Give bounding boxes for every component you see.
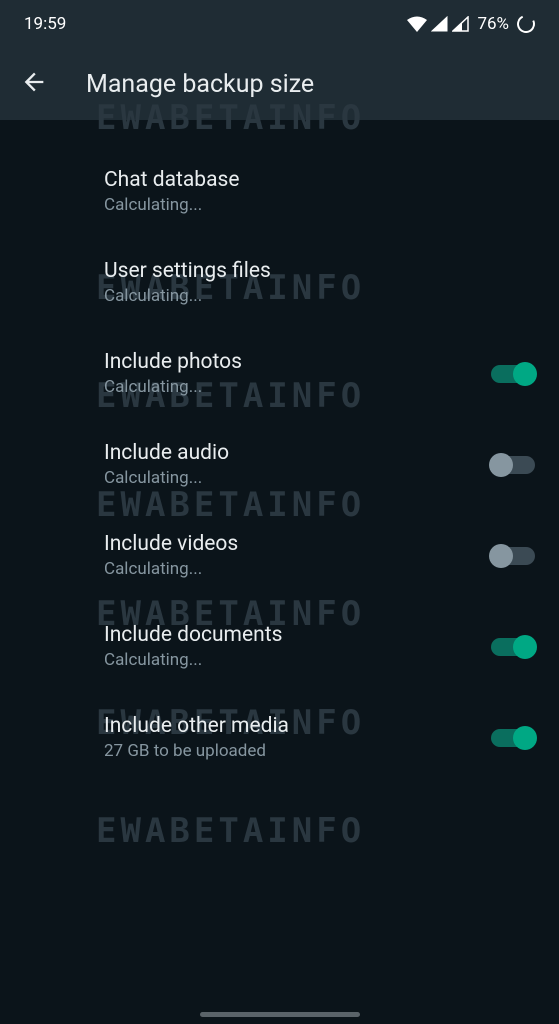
wifi-icon (407, 16, 427, 32)
toggle-include-documents[interactable] (491, 638, 535, 656)
app-bar: Manage backup size (0, 48, 559, 120)
setting-user-settings-files[interactable]: User settings files Calculating... (0, 237, 559, 328)
setting-title: Chat database (104, 168, 240, 192)
loading-icon (514, 12, 537, 35)
status-time: 19:59 (24, 14, 66, 34)
toggle-include-audio[interactable] (491, 456, 535, 474)
toggle-include-other-media[interactable] (491, 729, 535, 747)
setting-subtitle: Calculating... (104, 559, 238, 579)
page-title: Manage backup size (86, 70, 314, 99)
toggle-include-photos[interactable] (491, 365, 535, 383)
battery-percent: 76% (477, 14, 509, 34)
setting-include-documents[interactable]: Include documents Calculating... (0, 601, 559, 692)
signal-icon-1 (431, 16, 448, 32)
toggle-include-videos[interactable] (491, 547, 535, 565)
setting-title: User settings files (104, 259, 271, 283)
back-icon[interactable] (20, 68, 48, 100)
setting-subtitle: Calculating... (104, 377, 242, 397)
setting-title: Include audio (104, 441, 229, 465)
signal-icon-2 (452, 16, 469, 32)
setting-title: Include documents (104, 623, 282, 647)
setting-include-other-media[interactable]: Include other media 27 GB to be uploaded (0, 692, 559, 783)
status-indicators: 76% (407, 14, 535, 34)
setting-subtitle: Calculating... (104, 195, 240, 215)
setting-chat-database[interactable]: Chat database Calculating... (0, 146, 559, 237)
setting-include-photos[interactable]: Include photos Calculating... (0, 328, 559, 419)
nav-bar (0, 1004, 559, 1024)
setting-title: Include photos (104, 350, 242, 374)
status-bar: 19:59 76% (0, 0, 559, 48)
setting-include-audio[interactable]: Include audio Calculating... (0, 419, 559, 510)
setting-title: Include videos (104, 532, 238, 556)
setting-title: Include other media (104, 714, 289, 738)
settings-list: Chat database Calculating... User settin… (0, 120, 559, 783)
setting-subtitle: 27 GB to be uploaded (104, 741, 289, 761)
setting-subtitle: Calculating... (104, 650, 282, 670)
watermark: EWABETAINFO (96, 811, 365, 851)
setting-subtitle: Calculating... (104, 286, 271, 306)
setting-subtitle: Calculating... (104, 468, 229, 488)
setting-include-videos[interactable]: Include videos Calculating... (0, 510, 559, 601)
nav-pill[interactable] (200, 1012, 360, 1017)
